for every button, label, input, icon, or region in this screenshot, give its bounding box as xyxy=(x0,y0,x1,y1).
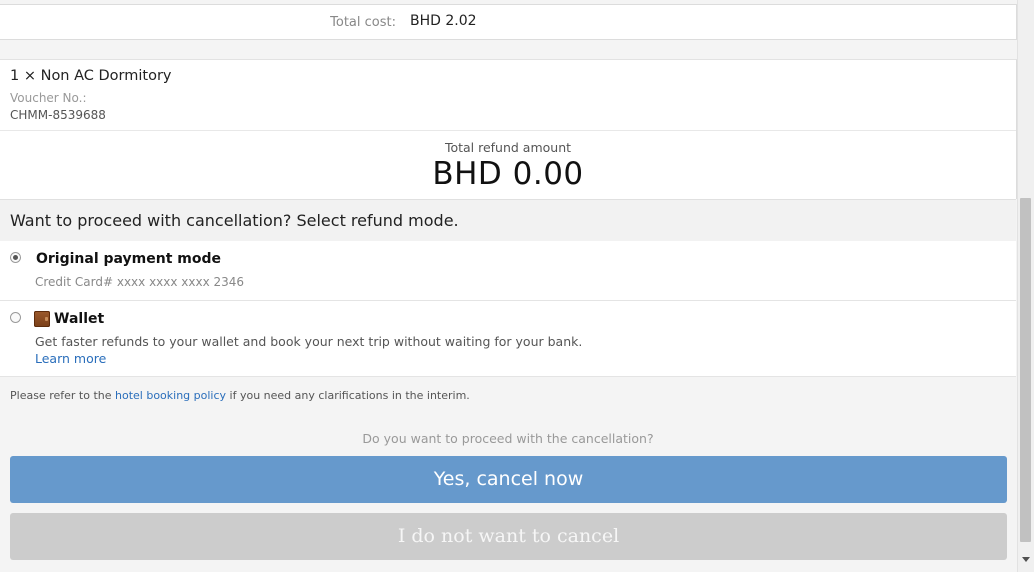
room-title: 1 × Non AC Dormitory xyxy=(10,68,172,84)
vertical-scrollbar[interactable] xyxy=(1017,0,1034,572)
do-not-cancel-button[interactable]: I do not want to cancel xyxy=(10,513,1007,560)
scrollbar-thumb[interactable] xyxy=(1020,198,1031,542)
option-title-original: Original payment mode xyxy=(36,251,222,267)
refund-option-original[interactable]: Original payment mode Credit Card# xxxx … xyxy=(0,241,1016,301)
wallet-icon xyxy=(34,311,50,327)
total-cost-value: BHD 2.02 xyxy=(410,13,477,29)
refund-amount-value: BHD 0.00 xyxy=(432,156,584,192)
refund-mode-heading: Want to proceed with cancellation? Selec… xyxy=(0,199,1016,242)
refund-amount-label: Total refund amount xyxy=(444,140,572,155)
hotel-booking-policy-link[interactable]: hotel booking policy xyxy=(115,389,226,402)
radio-wallet[interactable] xyxy=(10,312,21,323)
policy-note: Please refer to the hotel booking policy… xyxy=(10,389,470,402)
voucher-label: Voucher No.: xyxy=(10,91,87,105)
yes-cancel-button[interactable]: Yes, cancel now xyxy=(10,456,1007,503)
total-cost-box: Total cost: BHD 2.02 xyxy=(0,4,1017,40)
policy-suffix: if you need any clarifications in the in… xyxy=(226,389,470,402)
learn-more-link[interactable]: Learn more xyxy=(35,351,106,366)
divider xyxy=(0,130,1016,131)
refund-option-wallet[interactable]: Wallet Get faster refunds to your wallet… xyxy=(0,301,1016,377)
option-title-wallet: Wallet xyxy=(54,311,105,327)
scroll-down-arrow-icon[interactable] xyxy=(1022,557,1030,562)
cancellation-page: Total cost: BHD 2.02 1 × Non AC Dormitor… xyxy=(0,0,1017,572)
credit-card-number: Credit Card# xxxx xxxx xxxx 2346 xyxy=(35,275,245,289)
proceed-question: Do you want to proceed with the cancella… xyxy=(362,431,654,446)
refund-mode-heading-text: Want to proceed with cancellation? Selec… xyxy=(10,211,459,230)
total-cost-label: Total cost: xyxy=(330,15,396,30)
room-summary: 1 × Non AC Dormitory Voucher No.: CHMM-8… xyxy=(0,59,1017,199)
voucher-number: CHMM-8539688 xyxy=(10,108,106,122)
policy-prefix: Please refer to the xyxy=(10,389,115,402)
wallet-description: Get faster refunds to your wallet and bo… xyxy=(35,334,583,349)
radio-original-payment[interactable] xyxy=(10,252,21,263)
